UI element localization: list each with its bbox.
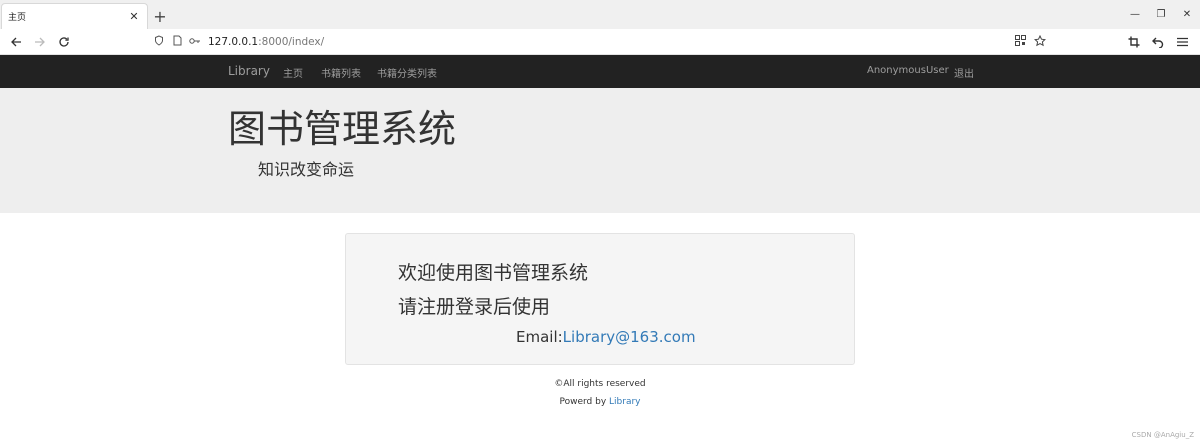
bookmark-star-icon[interactable] <box>1030 34 1050 50</box>
browser-toolbar: 127.0.0.1:8000/index/ <box>0 29 1200 55</box>
close-window-button[interactable]: ✕ <box>1174 0 1200 29</box>
footer-powered: Powerd by Library <box>0 397 1200 407</box>
new-tab-button[interactable]: + <box>148 3 172 29</box>
nav-link-home[interactable]: 主页 <box>283 65 303 80</box>
forward-button[interactable] <box>28 30 52 54</box>
email-link[interactable]: Library@163.com <box>563 328 696 346</box>
back-button[interactable] <box>4 30 28 54</box>
nav-link-category-list[interactable]: 书籍分类列表 <box>377 65 437 80</box>
shield-icon[interactable] <box>150 35 168 49</box>
url-path: :8000/index/ <box>258 36 325 48</box>
page-subtitle: 知识改变命运 <box>258 160 355 179</box>
powered-by-label: Powerd by <box>559 397 610 407</box>
tab-close-icon[interactable]: ✕ <box>127 10 141 23</box>
welcome-text: 欢迎使用图书管理系统 <box>398 262 589 284</box>
minimize-button[interactable]: — <box>1122 0 1148 29</box>
key-icon[interactable] <box>186 37 204 48</box>
navbar-brand[interactable]: Library <box>228 64 270 78</box>
reload-icon <box>59 36 69 47</box>
page-icon <box>168 35 186 49</box>
login-hint-text: 请注册登录后使用 <box>398 296 551 318</box>
browser-tab[interactable]: 主页 ✕ <box>1 3 148 29</box>
url-text[interactable]: 127.0.0.1:8000/index/ <box>208 36 324 48</box>
email-label: Email: <box>516 328 563 346</box>
url-host: 127.0.0.1 <box>208 36 259 48</box>
crop-icon[interactable] <box>1122 31 1146 53</box>
nav-user[interactable]: AnonymousUser <box>867 65 949 76</box>
watermark: CSDN @AnAgiu_Z <box>1131 431 1194 439</box>
forward-arrow-icon <box>35 37 45 46</box>
url-bar[interactable]: 127.0.0.1:8000/index/ <box>150 31 1050 53</box>
browser-tabbar: 主页 ✕ + — ❐ ✕ <box>0 0 1200 29</box>
url-bar-actions <box>1010 34 1050 50</box>
welcome-panel: 欢迎使用图书管理系统 请注册登录后使用 Email:Library@163.co… <box>345 233 855 365</box>
qr-code-icon[interactable] <box>1010 34 1030 50</box>
footer-rights: ©All rights reserved <box>554 379 646 389</box>
nav-link-book-list[interactable]: 书籍列表 <box>321 65 361 80</box>
page-title: 图书管理系统 <box>228 107 457 151</box>
window-controls: — ❐ ✕ <box>1122 0 1200 29</box>
back-arrow-icon <box>11 37 21 46</box>
undo-icon[interactable] <box>1146 31 1170 53</box>
reload-button[interactable] <box>52 30 76 54</box>
toolbar-right-actions <box>1122 31 1194 53</box>
menu-icon[interactable] <box>1170 31 1194 53</box>
jumbotron: 图书管理系统 知识改变命运 <box>0 88 1200 213</box>
tab-title: 主页 <box>8 13 27 23</box>
contact-email: Email:Library@163.com <box>516 328 696 346</box>
site-navbar: Library 主页 书籍列表 书籍分类列表 AnonymousUser 退出 <box>0 55 1200 88</box>
powered-by-link[interactable]: Library <box>609 397 640 407</box>
restore-button[interactable]: ❐ <box>1148 0 1174 29</box>
nav-logout[interactable]: 退出 <box>954 65 974 80</box>
